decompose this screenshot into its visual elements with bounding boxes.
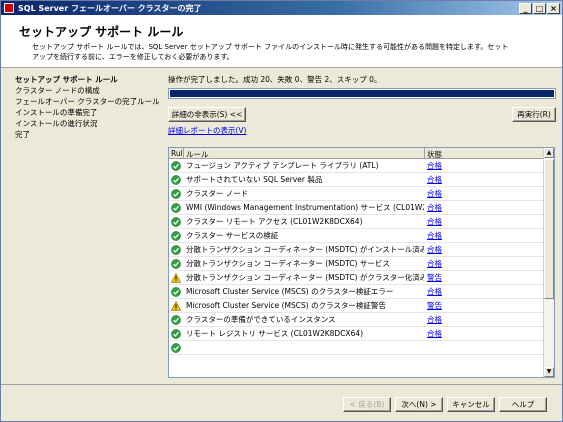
scroll-thumb[interactable] [544, 159, 554, 299]
check-icon [171, 189, 181, 199]
rule-name: 分散トランザクション コーディネーター (MSDTC) がクラスター化済み [186, 273, 424, 282]
rule-status-link[interactable]: 合格 [427, 201, 442, 215]
rule-name: Microsoft Cluster Service (MSCS) のクラスター検… [186, 301, 386, 310]
warning-icon [170, 300, 182, 311]
rule-status-link[interactable]: 合格 [427, 173, 442, 187]
view-detailed-report-link[interactable]: 詳細レポートの表示(V) [168, 125, 246, 136]
hide-details-button[interactable]: 詳細の非表示(S) << [168, 107, 246, 122]
check-icon [171, 343, 181, 353]
check-icon [171, 259, 181, 269]
rule-status-link[interactable]: 合格 [427, 229, 442, 243]
check-icon [171, 329, 181, 339]
help-button[interactable]: ヘルプ [499, 397, 547, 412]
progress-bar [168, 88, 556, 99]
wizard-footer: < 戻る(B) 次へ(N) > キャンセル ヘルプ [1, 384, 562, 421]
progress-fill [170, 90, 554, 97]
table-row[interactable]: WMI (Windows Management Instrumentation)… [169, 201, 544, 215]
rule-name: 分散トランザクション コーディネーター (MSDTC) サービス [186, 259, 390, 268]
operation-status-text: 操作が完了しました。成功 20、失敗 0、警告 2、スキップ 0。 [168, 75, 382, 84]
rule-name: クラスター リモート アクセス (CL01W2K8DCX64) [186, 217, 363, 226]
main-panel: 操作が完了しました。成功 20、失敗 0、警告 2、スキップ 0。 詳細の非表示… [161, 69, 562, 383]
rule-name: サポートされていない SQL Server 製品 [186, 175, 323, 184]
vertical-scrollbar[interactable]: ▲ ▼ [543, 148, 554, 377]
rule-name: フュージョン アクティブ テンプレート ライブラリ (ATL) [186, 161, 379, 170]
rule-status-link[interactable]: 合格 [427, 257, 442, 271]
table-row[interactable]: 分散トランザクション コーディネーター (MSDTC) がインストール済み (C… [169, 243, 544, 257]
check-icon [171, 231, 181, 241]
next-button[interactable]: 次へ(N) > [395, 397, 443, 412]
maximize-button[interactable]: □ [533, 2, 546, 14]
table-row[interactable]: 分散トランザクション コーディネーター (MSDTC) サービス 合格 [169, 257, 544, 271]
back-button[interactable]: < 戻る(B) [343, 397, 391, 412]
page-header: セットアップ サポート ルール セットアップ サポート ルールでは、SQL Se… [1, 15, 562, 68]
page-description: セットアップ サポート ルールでは、SQL Server セットアップ サポート… [32, 43, 509, 61]
table-row[interactable]: Microsoft Cluster Service (MSCS) のクラスター検… [169, 299, 544, 313]
table-row[interactable] [169, 341, 544, 355]
rule-name: 分散トランザクション コーディネーター (MSDTC) がインストール済み (C… [186, 245, 424, 254]
grid-rows: フュージョン アクティブ テンプレート ライブラリ (ATL) 合格 サポートされて… [169, 159, 544, 355]
check-icon [171, 245, 181, 255]
table-row[interactable]: クラスター ノード 合格 [169, 187, 544, 201]
rule-status-link[interactable]: 合格 [427, 243, 442, 257]
page-title: セットアップ サポート ルール [19, 25, 184, 39]
rule-status-link[interactable]: 合格 [427, 285, 442, 299]
rule-name: Microsoft Cluster Service (MSCS) のクラスター検… [186, 287, 394, 296]
rule-status-link[interactable]: 警告 [427, 271, 442, 285]
rerun-button[interactable]: 再実行(R) [512, 107, 556, 122]
setup-window: SQL Server フェールオーバー クラスターの完了 _ □ × セットアッ… [0, 0, 563, 422]
table-row[interactable]: Microsoft Cluster Service (MSCS) のクラスター検… [169, 285, 544, 299]
table-row[interactable]: 分散トランザクション コーディネーター (MSDTC) がクラスター化済み 警告 [169, 271, 544, 285]
rule-name: クラスター ノード [186, 189, 249, 198]
rule-name: クラスターの準備ができているインスタンス [186, 315, 336, 324]
rule-status-link[interactable]: 合格 [427, 327, 442, 341]
window-title: SQL Server フェールオーバー クラスターの完了 [18, 3, 202, 13]
table-row[interactable]: リモート レジストリ サービス (CL01W2K8DCX64) 合格 [169, 327, 544, 341]
check-icon [171, 161, 181, 171]
warning-icon [170, 272, 182, 283]
step-sidebar: セットアップ サポート ルール クラスター ノードの構成 フェールオーバー クラ… [1, 69, 161, 369]
rule-status-link[interactable]: 合格 [427, 159, 442, 173]
table-row[interactable]: クラスター リモート アクセス (CL01W2K8DCX64) 合格 [169, 215, 544, 229]
scroll-up-arrow-icon[interactable]: ▲ [544, 148, 554, 158]
table-row[interactable]: フュージョン アクティブ テンプレート ライブラリ (ATL) 合格 [169, 159, 544, 173]
sidebar-item-failover-complete-rules: フェールオーバー クラスターの完了ルール [15, 97, 160, 106]
minimize-button[interactable]: _ [519, 2, 532, 14]
close-button[interactable]: × [547, 2, 560, 14]
check-icon [171, 203, 181, 213]
rule-status-link[interactable]: 合格 [427, 313, 442, 327]
rule-name: リモート レジストリ サービス (CL01W2K8DCX64) [186, 329, 364, 338]
rule-status-link[interactable]: 合格 [427, 215, 442, 229]
column-header-rul[interactable]: Rul [171, 149, 183, 158]
grid-header: Rul ルール 状態 [169, 148, 544, 159]
title-bar[interactable]: SQL Server フェールオーバー クラスターの完了 _ □ × [1, 1, 562, 15]
rule-status-link[interactable]: 合格 [427, 187, 442, 201]
sql-server-app-icon [4, 3, 14, 13]
check-icon [171, 315, 181, 325]
rule-name: クラスター サービスの検証 [186, 231, 279, 240]
sidebar-item-setup-support-rules: セットアップ サポート ルール [15, 75, 118, 84]
table-row[interactable]: サポートされていない SQL Server 製品 合格 [169, 173, 544, 187]
sidebar-item-complete: 完了 [15, 130, 30, 139]
scroll-down-arrow-icon[interactable]: ▼ [544, 367, 554, 377]
cancel-button[interactable]: キャンセル [447, 397, 495, 412]
sidebar-item-install-progress: インストールの進行状況 [15, 119, 98, 128]
column-divider[interactable] [183, 148, 184, 159]
rule-status-link[interactable]: 警告 [427, 299, 442, 313]
sidebar-item-cluster-node-config: クラスター ノードの構成 [15, 86, 100, 95]
table-row[interactable]: クラスター サービスの検証 合格 [169, 229, 544, 243]
check-icon [171, 175, 181, 185]
rules-grid: Rul ルール 状態 フュージョン アクティブ テンプレート ライブラリ (AT… [168, 147, 555, 378]
rule-name: WMI (Windows Management Instrumentation)… [186, 203, 424, 212]
sidebar-item-ready-to-install: インストールの準備完了 [15, 108, 98, 117]
table-row[interactable]: クラスターの準備ができているインスタンス 合格 [169, 313, 544, 327]
column-divider[interactable] [424, 148, 425, 159]
check-icon [171, 217, 181, 227]
check-icon [171, 287, 181, 297]
